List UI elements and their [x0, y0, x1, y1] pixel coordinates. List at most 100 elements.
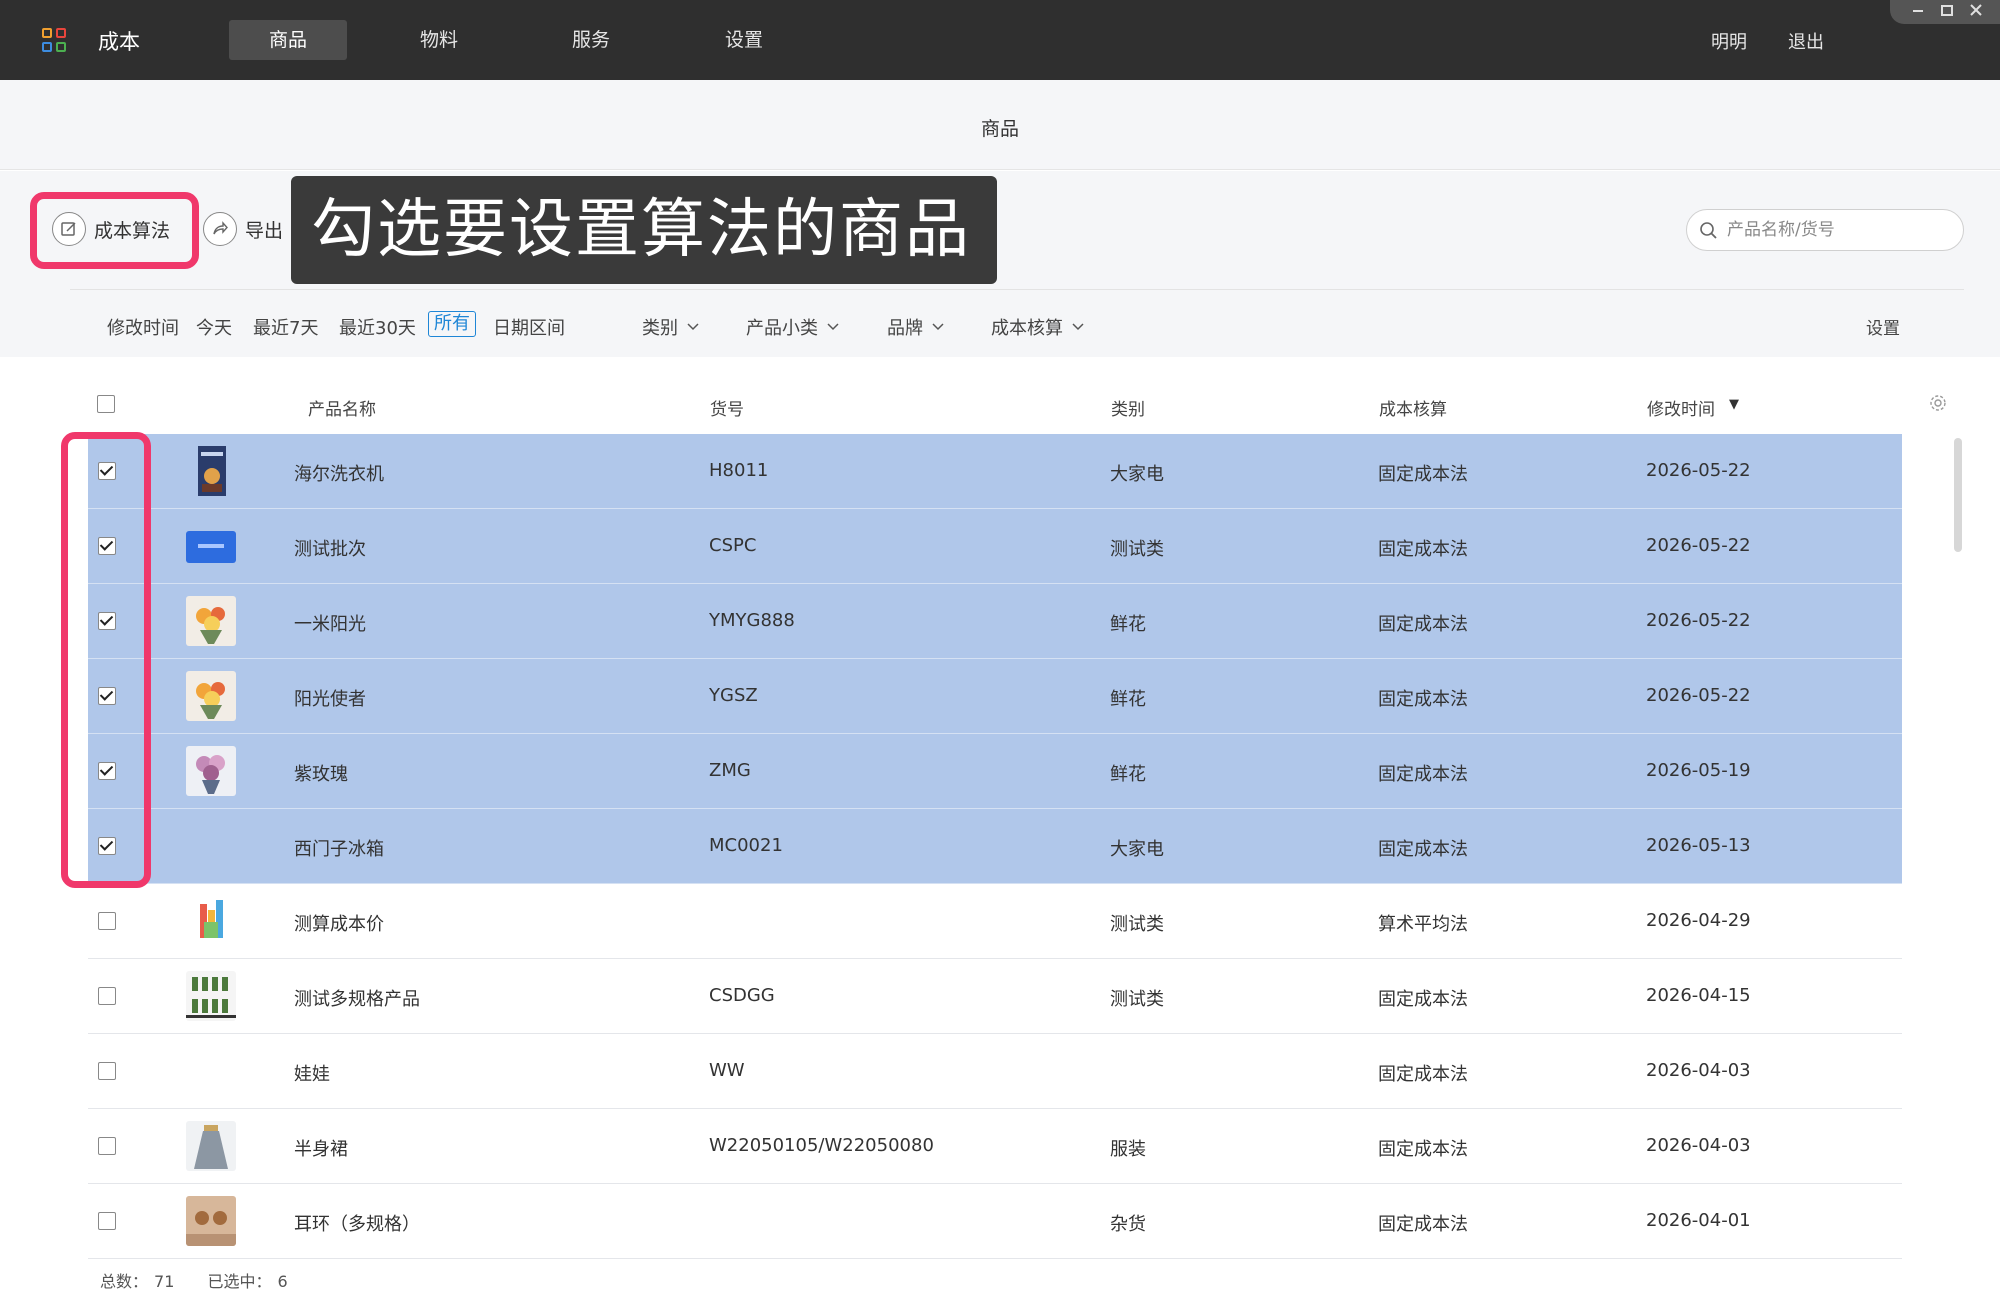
chevron-down-icon [687, 323, 699, 331]
cell-product-name: 娃娃 [294, 1064, 330, 1085]
cell-product-name: 西门子冰箱 [294, 839, 384, 860]
filter-divider [70, 289, 1964, 290]
cost-accounting-dropdown[interactable]: 成本核算 [991, 314, 1085, 340]
subcategory-dropdown[interactable]: 产品小类 [746, 314, 840, 340]
table-row[interactable]: 耳环（多规格） 杂货 固定成本法 2026-04-01 [88, 1184, 1902, 1259]
row-checkbox[interactable] [98, 987, 116, 1005]
table-row[interactable]: 西门子冰箱 MC0021 大家电 固定成本法 2026-05-13 [88, 809, 1902, 884]
cell-sku: CSDGG [709, 985, 775, 1006]
cell-category: 大家电 [1110, 464, 1164, 485]
app-grid-icon[interactable] [42, 28, 66, 52]
cell-product-name: 测算成本价 [294, 914, 384, 935]
chevron-down-icon [932, 323, 944, 331]
brand-dropdown-label: 品牌 [887, 318, 923, 339]
nav-tab-materials[interactable]: 物料 [380, 20, 498, 60]
cell-cost-accounting: 固定成本法 [1378, 1139, 1468, 1160]
cell-modified-time: 2026-04-01 [1646, 1210, 1751, 1231]
product-thumbnail [186, 896, 236, 946]
cell-cost-accounting: 固定成本法 [1378, 989, 1468, 1010]
maximize-icon[interactable] [1937, 2, 1957, 22]
cell-sku: WW [709, 1060, 745, 1081]
column-modified-time[interactable]: 修改时间 [1647, 395, 1715, 420]
filter-all[interactable]: 所有 [428, 311, 476, 337]
column-sku[interactable]: 货号 [710, 395, 744, 420]
cell-cost-accounting: 固定成本法 [1378, 614, 1468, 635]
checkbox-column-highlight [61, 432, 151, 888]
filter-last-30-days[interactable]: 最近30天 [339, 314, 416, 340]
cell-modified-time: 2026-04-03 [1646, 1135, 1751, 1156]
cell-sku: H8011 [709, 460, 769, 481]
total-value: 71 [154, 1272, 175, 1291]
cell-sku: YMYG888 [709, 610, 795, 631]
row-checkbox[interactable] [98, 912, 116, 930]
cost-algorithm-button[interactable]: 成本算法 [52, 212, 170, 246]
cell-category: 鲜花 [1110, 764, 1146, 785]
cell-modified-time: 2026-05-22 [1646, 535, 1751, 556]
column-product-name[interactable]: 产品名称 [308, 395, 376, 420]
vertical-scrollbar[interactable] [1954, 438, 1962, 552]
brand-dropdown[interactable]: 品牌 [887, 314, 945, 340]
cell-product-name: 阳光使者 [294, 689, 366, 710]
filter-today[interactable]: 今天 [196, 314, 232, 340]
table-footer: 总数： 71 已选中： 6 [100, 1268, 294, 1292]
category-dropdown[interactable]: 类别 [642, 314, 700, 340]
product-thumbnail [186, 446, 236, 496]
edit-icon [52, 212, 86, 246]
cell-sku: CSPC [709, 535, 757, 556]
cell-cost-accounting: 固定成本法 [1378, 839, 1468, 860]
product-thumbnail [186, 596, 236, 646]
cell-sku: W22050105/W22050080 [709, 1135, 934, 1156]
table-row[interactable]: 测算成本价 测试类 算术平均法 2026-04-29 [88, 884, 1902, 959]
search-box[interactable] [1686, 209, 1964, 251]
column-cost-accounting[interactable]: 成本核算 [1379, 395, 1447, 420]
product-thumbnail [186, 746, 236, 796]
product-thumbnail [186, 1196, 236, 1246]
select-all-checkbox[interactable] [97, 395, 115, 413]
nav-tab-services[interactable]: 服务 [532, 20, 650, 60]
close-icon[interactable] [1966, 2, 1986, 22]
export-button[interactable]: 导出 [203, 212, 283, 246]
cell-cost-accounting: 固定成本法 [1378, 1064, 1468, 1085]
cost-algorithm-label: 成本算法 [94, 219, 171, 242]
product-thumbnail [186, 521, 236, 571]
sort-desc-icon[interactable]: ▼ [1729, 397, 1739, 412]
table-row[interactable]: 娃娃 WW 固定成本法 2026-04-03 [88, 1034, 1902, 1109]
cell-modified-time: 2026-05-19 [1646, 760, 1751, 781]
table-row[interactable]: 紫玫瑰 ZMG 鲜花 固定成本法 2026-05-19 [88, 734, 1902, 809]
nav-tab-products[interactable]: 商品 [229, 20, 347, 60]
filter-last-7-days[interactable]: 最近7天 [253, 314, 318, 340]
product-thumbnail [186, 971, 236, 1021]
cell-sku: MC0021 [709, 835, 783, 856]
cell-category: 测试类 [1110, 539, 1164, 560]
row-checkbox[interactable] [98, 1137, 116, 1155]
logout-link[interactable]: 退出 [1788, 28, 1824, 54]
column-category[interactable]: 类别 [1111, 395, 1145, 420]
table-row[interactable]: 一米阳光 YMYG888 鲜花 固定成本法 2026-05-22 [88, 584, 1902, 659]
table-row[interactable]: 测试批次 CSPC 测试类 固定成本法 2026-05-22 [88, 509, 1902, 584]
cell-modified-time: 2026-04-03 [1646, 1060, 1751, 1081]
row-checkbox[interactable] [98, 1212, 116, 1230]
cell-category: 杂货 [1110, 1214, 1146, 1235]
cell-cost-accounting: 固定成本法 [1378, 464, 1468, 485]
cell-modified-time: 2026-05-22 [1646, 610, 1751, 631]
table-row[interactable]: 半身裙 W22050105/W22050080 服装 固定成本法 2026-04-03 [88, 1109, 1902, 1184]
filter-settings-link[interactable]: 设置 [1866, 314, 1900, 339]
nav-tab-settings[interactable]: 设置 [685, 20, 803, 60]
table-row[interactable]: 阳光使者 YGSZ 鲜花 固定成本法 2026-05-22 [88, 659, 1902, 734]
cell-category: 鲜花 [1110, 689, 1146, 710]
category-dropdown-label: 类别 [642, 318, 678, 339]
table-row[interactable]: 测试多规格产品 CSDGG 测试类 固定成本法 2026-04-15 [88, 959, 1902, 1034]
filter-date-range[interactable]: 日期区间 [493, 314, 565, 340]
column-settings-gear-icon[interactable] [1928, 393, 1948, 417]
export-label: 导出 [245, 219, 284, 242]
tip-banner: 勾选要设置算法的商品 [291, 176, 997, 284]
row-checkbox[interactable] [98, 1062, 116, 1080]
minimize-icon[interactable] [1908, 2, 1928, 22]
user-name[interactable]: 明明 [1711, 28, 1747, 54]
cell-product-name: 一米阳光 [294, 614, 366, 635]
cell-sku: YGSZ [709, 685, 758, 706]
search-input[interactable] [1727, 218, 1947, 242]
product-thumbnail [186, 1121, 236, 1171]
table-row[interactable]: 海尔洗衣机 H8011 大家电 固定成本法 2026-05-22 [88, 434, 1902, 509]
cell-product-name: 海尔洗衣机 [294, 464, 384, 485]
